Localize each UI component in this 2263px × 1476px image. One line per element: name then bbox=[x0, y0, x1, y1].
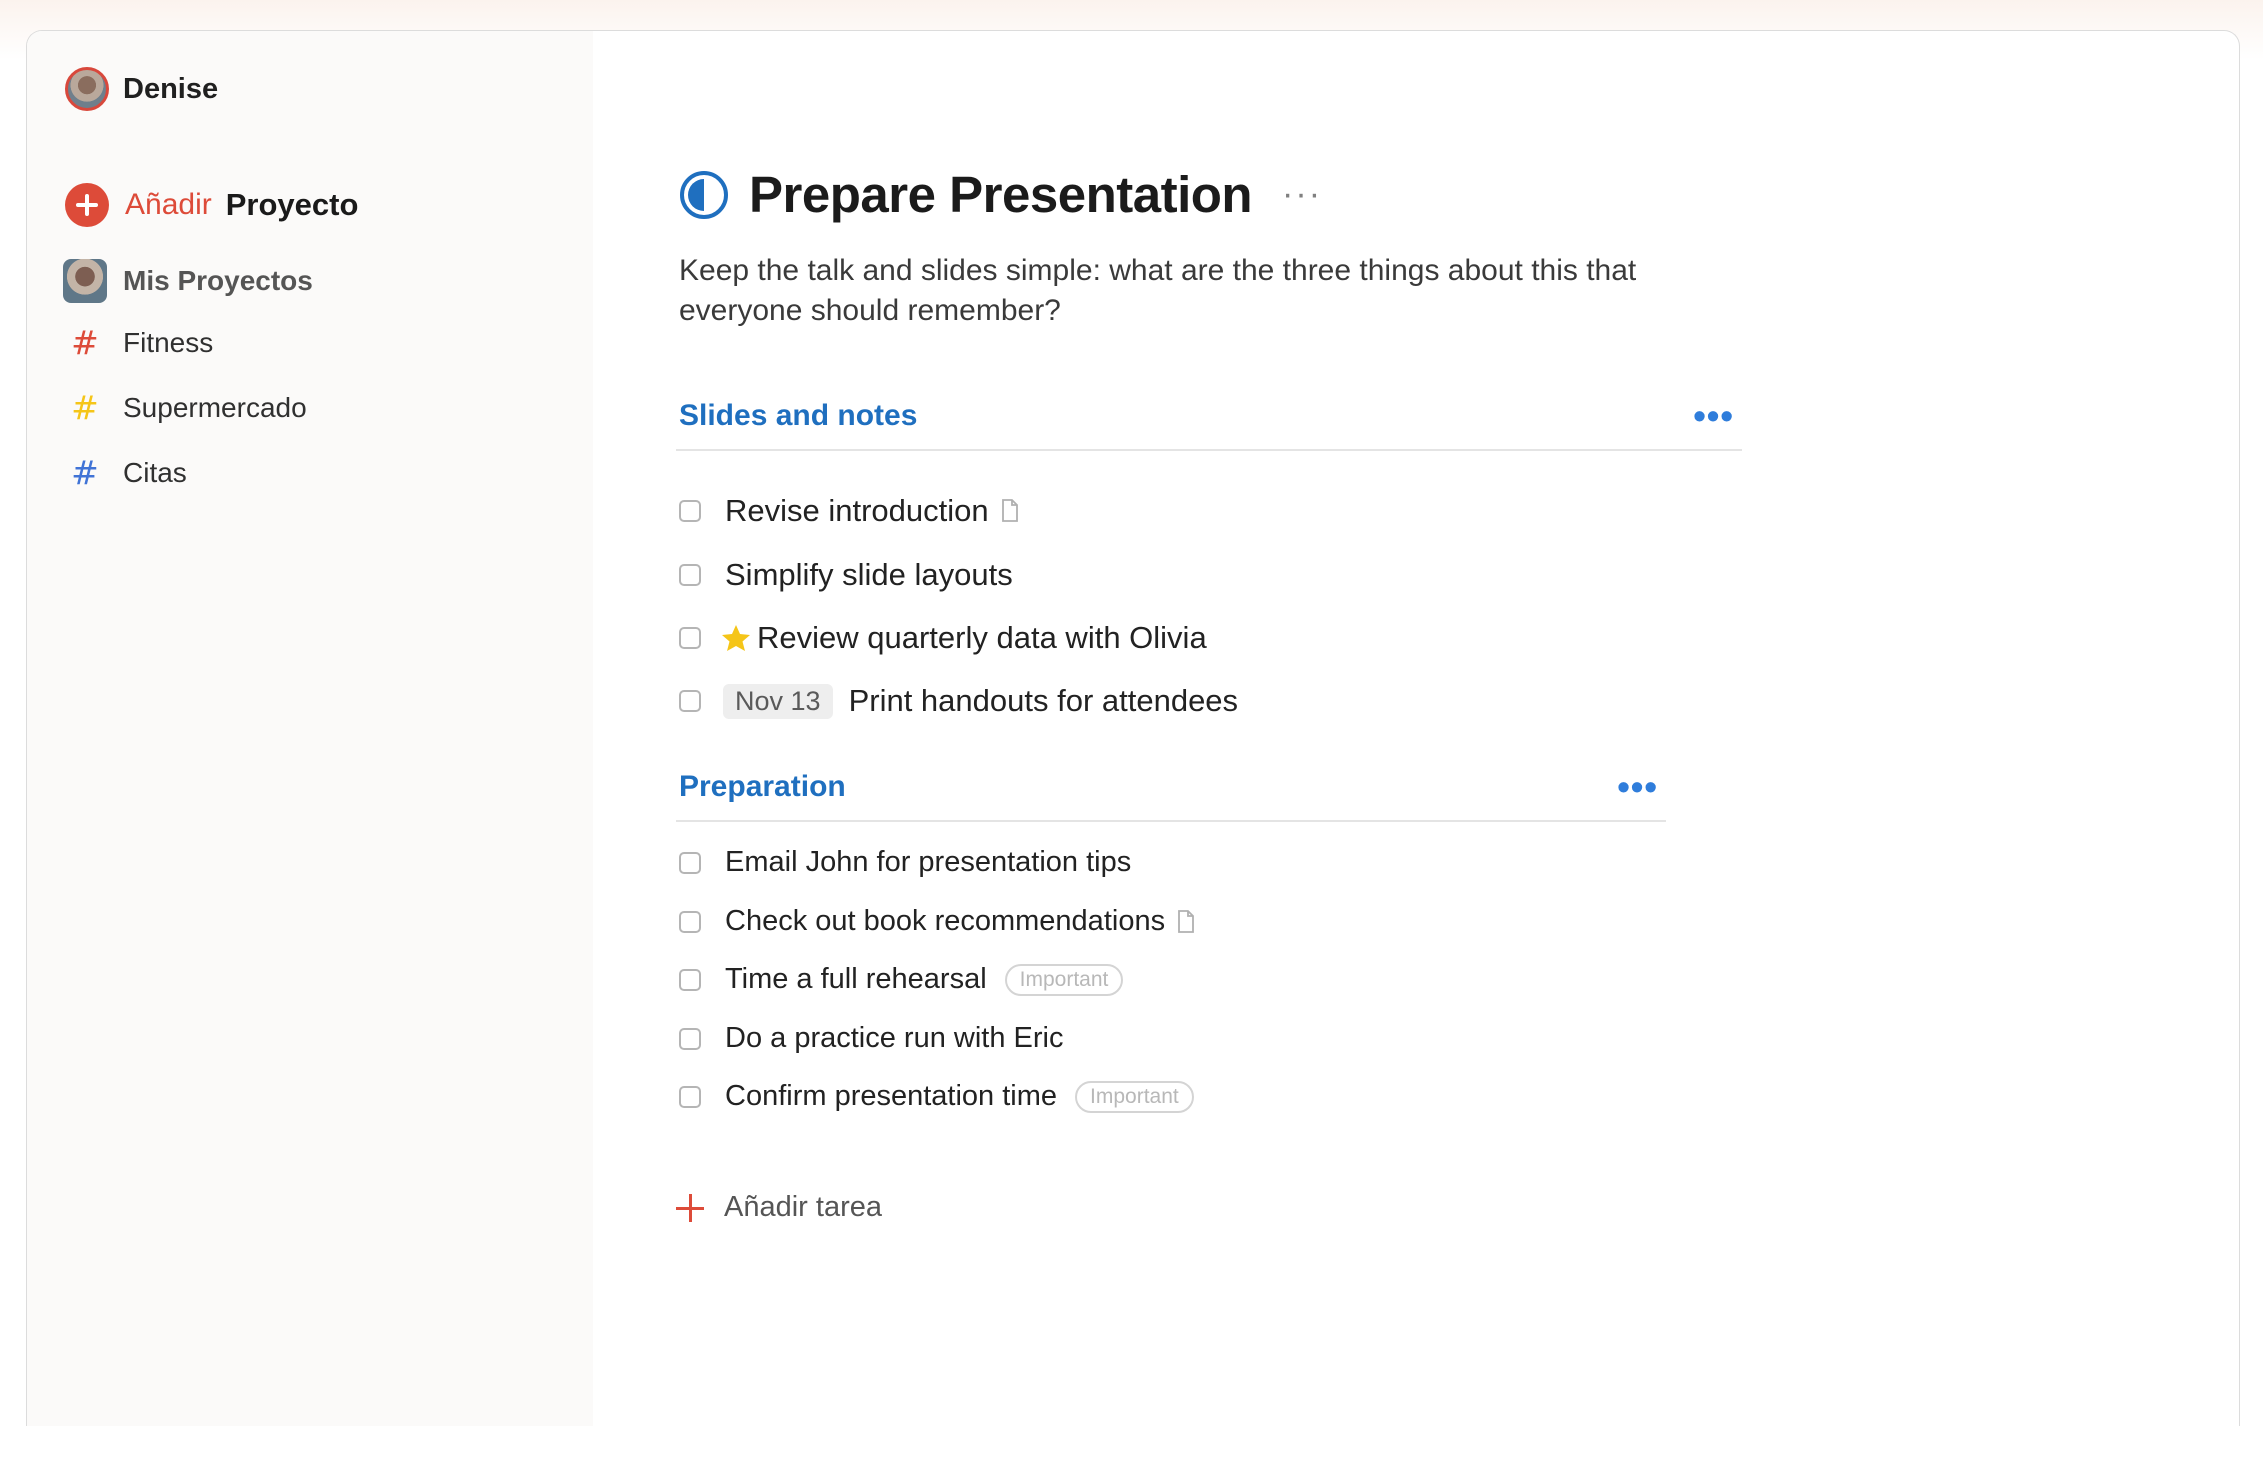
task-item: Confirm presentation time Important bbox=[676, 1080, 1194, 1113]
sidebar-item-label: Mis Proyectos bbox=[123, 265, 313, 296]
add-icon bbox=[65, 183, 109, 227]
task-item: Do a practice run with Eric bbox=[676, 1022, 1063, 1055]
task-item: Review quarterly data with Olivia bbox=[676, 620, 1207, 656]
section-title: Slides and notes bbox=[679, 399, 918, 432]
project-more-icon[interactable]: ··· bbox=[1282, 175, 1322, 214]
sidebar-item-supermercado[interactable]: # Supermercado bbox=[63, 388, 307, 427]
sidebar-item-label: Fitness bbox=[123, 326, 214, 358]
hash-icon: # bbox=[71, 323, 99, 362]
task-checkbox[interactable] bbox=[679, 1027, 701, 1050]
section-header: Slides and notes ••• bbox=[676, 395, 1742, 451]
section-more-icon[interactable]: ••• bbox=[1617, 766, 1658, 808]
add-project-verb: Añadir bbox=[125, 188, 212, 221]
project-description: Keep the talk and slides simple: what ar… bbox=[679, 254, 1637, 327]
task-checkbox[interactable] bbox=[679, 910, 701, 933]
hash-icon: # bbox=[71, 453, 99, 492]
star-icon bbox=[722, 625, 750, 651]
task-checkbox[interactable] bbox=[679, 690, 701, 712]
plus-icon bbox=[676, 1193, 704, 1222]
note-icon bbox=[1001, 499, 1018, 522]
task-title[interactable]: Review quarterly data with Olivia bbox=[757, 620, 1207, 656]
add-project-button[interactable]: Añadir Proyecto bbox=[65, 183, 358, 227]
task-title[interactable]: Time a full rehearsal bbox=[725, 963, 987, 996]
task-checkbox[interactable] bbox=[679, 968, 701, 991]
task-item: Nov 13 Print handouts for attendees bbox=[676, 683, 1238, 719]
section-preparation: Preparation ••• Email John for presentat… bbox=[676, 766, 1666, 1113]
sidebar: Denise Añadir Proyecto Mis Proyectos # F… bbox=[27, 31, 593, 1426]
task-title[interactable]: Revise introduction bbox=[725, 493, 989, 529]
page-title: Prepare Presentation bbox=[749, 166, 1253, 223]
project-progress-icon bbox=[680, 170, 728, 219]
sidebar-item-mis-proyectos[interactable]: Mis Proyectos bbox=[63, 259, 313, 303]
hash-icon: # bbox=[71, 388, 99, 427]
sidebar-item-citas[interactable]: # Citas bbox=[63, 453, 187, 492]
task-checkbox[interactable] bbox=[679, 851, 701, 874]
task-title[interactable]: Simplify slide layouts bbox=[725, 557, 1013, 593]
task-checkbox[interactable] bbox=[679, 1085, 701, 1108]
add-project-noun: Proyecto bbox=[225, 187, 359, 222]
task-title[interactable]: Confirm presentation time bbox=[725, 1080, 1057, 1113]
label-badge[interactable]: Important bbox=[1075, 1080, 1194, 1113]
sidebar-item-label: Supermercado bbox=[123, 391, 307, 423]
user-name: Denise bbox=[123, 72, 219, 105]
add-task-label: Añadir tarea bbox=[724, 1191, 882, 1223]
project-view: Prepare Presentation ··· Keep the talk a… bbox=[593, 31, 2239, 1426]
due-date-badge[interactable]: Nov 13 bbox=[723, 683, 833, 719]
task-title[interactable]: Do a practice run with Eric bbox=[725, 1022, 1063, 1055]
task-item: Email John for presentation tips bbox=[676, 846, 1131, 879]
sidebar-item-fitness[interactable]: # Fitness bbox=[63, 323, 213, 362]
task-title[interactable]: Check out book recommendations bbox=[725, 905, 1165, 938]
task-title[interactable]: Email John for presentation tips bbox=[725, 846, 1131, 879]
user-menu[interactable]: Denise bbox=[65, 67, 218, 111]
task-item: Revise introduction bbox=[676, 493, 1019, 529]
section-more-icon[interactable]: ••• bbox=[1693, 395, 1734, 437]
avatar bbox=[63, 259, 107, 303]
task-checkbox[interactable] bbox=[679, 564, 701, 586]
add-task-button[interactable]: Añadir tarea bbox=[676, 1191, 882, 1224]
task-item: Time a full rehearsal Important bbox=[676, 963, 1124, 996]
user-avatar bbox=[65, 67, 109, 111]
note-icon bbox=[1178, 909, 1194, 933]
label-badge[interactable]: Important bbox=[1004, 963, 1124, 996]
task-checkbox[interactable] bbox=[679, 500, 701, 522]
app-window: Denise Añadir Proyecto Mis Proyectos # F… bbox=[26, 30, 2240, 1426]
section-slides-and-notes: Slides and notes ••• Revise introduction… bbox=[676, 395, 1742, 719]
project-header: Prepare Presentation ··· bbox=[679, 165, 1322, 224]
sidebar-item-label: Citas bbox=[123, 456, 187, 488]
task-item: Simplify slide layouts bbox=[676, 557, 1013, 593]
task-item: Check out book recommendations bbox=[676, 905, 1195, 938]
task-checkbox[interactable] bbox=[679, 627, 701, 649]
section-title: Preparation bbox=[679, 770, 846, 803]
task-title[interactable]: Print handouts for attendees bbox=[849, 683, 1238, 719]
section-header: Preparation ••• bbox=[676, 766, 1666, 822]
